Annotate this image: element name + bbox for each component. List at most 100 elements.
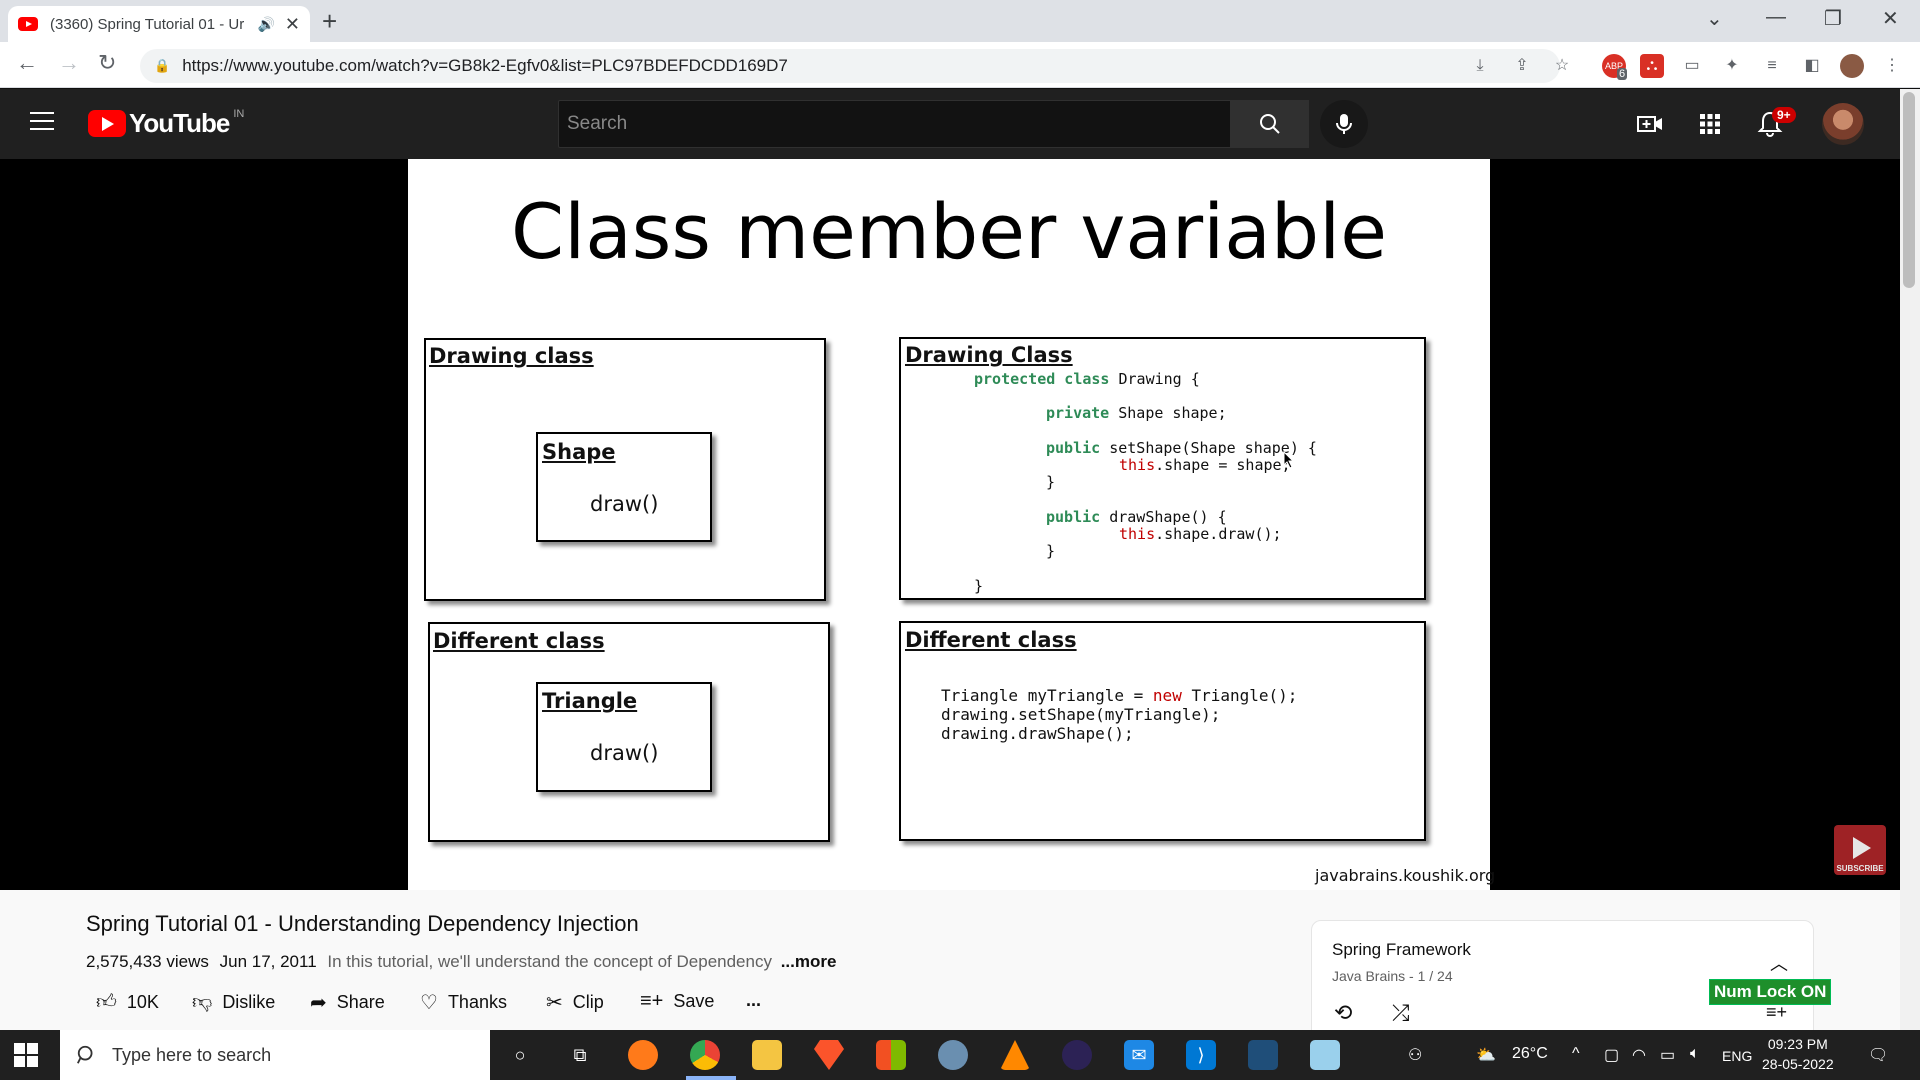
subscribe-watermark-text: SUBSCRIBE xyxy=(1836,864,1884,873)
apps-grid-icon[interactable] xyxy=(1696,110,1724,138)
chevron-up-icon[interactable]: ^ xyxy=(1572,1045,1580,1063)
mouse-cursor-icon xyxy=(1283,451,1295,469)
notifications-icon[interactable]: 🗨︎ xyxy=(1868,1045,1888,1065)
close-window-button[interactable]: ✕ xyxy=(1882,6,1899,31)
file-explorer-icon[interactable] xyxy=(752,1040,782,1070)
chrome-icon[interactable] xyxy=(690,1040,720,1070)
chevron-up-icon[interactable]: ︿ xyxy=(1770,950,1788,976)
chrome-menu-icon[interactable]: ⋮ xyxy=(1880,54,1904,78)
forward-icon[interactable]: → xyxy=(58,50,80,76)
puzzle-extensions-icon[interactable]: ✦ xyxy=(1720,54,1744,78)
subscribe-watermark-button[interactable]: SUBSCRIBE xyxy=(1834,825,1886,875)
mail-icon[interactable]: ✉ xyxy=(1124,1040,1154,1070)
firefox-icon[interactable] xyxy=(628,1040,658,1070)
scrollbar-thumb[interactable] xyxy=(1903,92,1915,288)
app-icon[interactable] xyxy=(1310,1040,1340,1070)
clip-button[interactable]: ✂ Clip xyxy=(546,990,604,1015)
close-tab-icon[interactable]: ✕ xyxy=(285,14,300,35)
voice-search-button[interactable] xyxy=(1320,100,1368,148)
account-avatar[interactable] xyxy=(1822,103,1864,145)
like-button[interactable]: 👍︎ 10K xyxy=(96,990,159,1014)
tab-title: (3360) Spring Tutorial 01 - Ur xyxy=(50,15,245,33)
wifi-icon[interactable]: ◠ xyxy=(1632,1045,1646,1065)
upload-date: Jun 17, 2011 xyxy=(219,952,317,971)
side-panel-icon[interactable]: ◧ xyxy=(1800,54,1824,78)
browser-tab[interactable]: (3360) Spring Tutorial 01 - Ur 🔊 ✕ xyxy=(8,6,310,42)
clock-time: 09:23 PM xyxy=(1767,1036,1828,1052)
menu-icon[interactable] xyxy=(30,112,54,132)
save-button[interactable]: ≡+ Save xyxy=(640,990,714,1013)
different-class-label: Different class xyxy=(433,629,605,653)
profile-avatar[interactable] xyxy=(1840,54,1864,78)
language-indicator[interactable]: ENG xyxy=(1722,1048,1752,1064)
save-label: Save xyxy=(673,991,715,1011)
reload-icon[interactable]: ↻ xyxy=(98,50,116,76)
thanks-button[interactable]: ♡ Thanks xyxy=(420,990,507,1015)
meet-now-icon[interactable]: ▢ xyxy=(1604,1045,1619,1065)
microphone-icon xyxy=(1336,114,1352,134)
battery-icon[interactable]: ▭ xyxy=(1660,1045,1675,1065)
code-line: this.shape = shape; xyxy=(1119,456,1291,474)
new-tab-button[interactable]: + xyxy=(322,6,337,37)
thanks-label: Thanks xyxy=(447,992,507,1012)
search-icon xyxy=(77,1045,93,1064)
video-title: Spring Tutorial 01 - Understanding Depen… xyxy=(86,911,639,936)
search-input[interactable]: Search xyxy=(558,100,1231,148)
loop-icon[interactable]: ⟲ xyxy=(1334,1000,1352,1026)
back-icon[interactable]: ← xyxy=(16,50,38,76)
vscode-icon[interactable]: ⟩ xyxy=(1186,1040,1216,1070)
more-actions-button[interactable]: ... xyxy=(746,990,761,1011)
shape-label: Shape xyxy=(542,440,616,464)
speaker-icon[interactable]: 🔊 xyxy=(257,16,274,33)
share-button[interactable]: ➦ Share xyxy=(310,990,385,1015)
playlist-save-icon[interactable]: ≡+ xyxy=(1766,1002,1787,1023)
app-icon[interactable] xyxy=(1248,1040,1278,1070)
share-icon[interactable]: ⇪ xyxy=(1510,54,1534,78)
view-count: 2,575,433 views xyxy=(86,952,209,971)
different-class-code-label: Different class xyxy=(905,628,1077,652)
taskbar-search[interactable]: Type here to search xyxy=(60,1030,490,1080)
eclipse-icon[interactable] xyxy=(1062,1040,1092,1070)
tab-search-icon[interactable]: ⌄ xyxy=(1706,6,1723,31)
task-view-icon[interactable]: ⧉ xyxy=(565,1040,595,1070)
reading-list-icon[interactable]: ≡ xyxy=(1760,54,1784,78)
thumbs-down-icon: 👎︎ xyxy=(192,991,213,1013)
more-link[interactable]: ...more xyxy=(781,952,837,971)
minimize-button[interactable]: — xyxy=(1766,6,1786,29)
clock[interactable]: 09:23 PM 28-05-2022 xyxy=(1762,1034,1834,1074)
search-icon xyxy=(1260,114,1280,134)
extension-icon[interactable]: ▭ xyxy=(1680,54,1704,78)
windows-start-icon[interactable] xyxy=(14,1043,38,1067)
dislike-button[interactable]: 👎︎ Dislike xyxy=(192,990,275,1014)
shuffle-icon[interactable]: ⤮ xyxy=(1392,1000,1410,1026)
search-button[interactable] xyxy=(1231,100,1309,148)
youtube-logo[interactable]: YouTube IN xyxy=(88,108,244,139)
logo-text: YouTube xyxy=(129,108,230,138)
volume-icon[interactable]: 🔈︎ xyxy=(1690,1045,1700,1063)
create-video-icon[interactable] xyxy=(1636,110,1664,138)
cortana-icon[interactable]: ○ xyxy=(505,1040,535,1070)
pdf-extension-icon[interactable]: ⛬ xyxy=(1640,54,1664,78)
taskbar-search-placeholder: Type here to search xyxy=(112,1044,272,1065)
code-line: protected class Drawing { xyxy=(974,370,1200,388)
playlist-title[interactable]: Spring Framework xyxy=(1332,940,1471,960)
weather-icon[interactable]: ⛅ xyxy=(1476,1045,1496,1065)
triangle-draw-method: draw() xyxy=(590,741,659,765)
code-line: } xyxy=(1046,473,1056,491)
lock-icon: 🔒 xyxy=(154,58,171,73)
people-icon[interactable]: ⚇ xyxy=(1408,1045,1422,1065)
scissors-icon: ✂ xyxy=(546,992,563,1014)
playlist-subtitle: Java Brains - 1 / 24 xyxy=(1332,968,1453,984)
code-line: Triangle myTriangle = new Triangle(); xyxy=(941,686,1298,705)
restore-button[interactable]: ❐ xyxy=(1824,6,1842,31)
code-line: public setShape(Shape shape) { xyxy=(1046,439,1317,457)
temperature[interactable]: 26°C xyxy=(1512,1045,1548,1063)
dislike-label: Dislike xyxy=(222,991,276,1012)
install-icon[interactable]: ⤓ xyxy=(1468,54,1492,78)
extension-badge: 6 xyxy=(1617,68,1628,80)
bookmark-star-icon[interactable]: ☆ xyxy=(1550,54,1574,78)
address-bar[interactable]: 🔒 https://www.youtube.com/watch?v=GB8k2-… xyxy=(140,49,1560,83)
microsoft-store-icon[interactable] xyxy=(876,1040,906,1070)
app-icon[interactable] xyxy=(938,1040,968,1070)
video-description-snippet[interactable]: 2,575,433 views Jun 17, 2011 In this tut… xyxy=(86,952,836,972)
